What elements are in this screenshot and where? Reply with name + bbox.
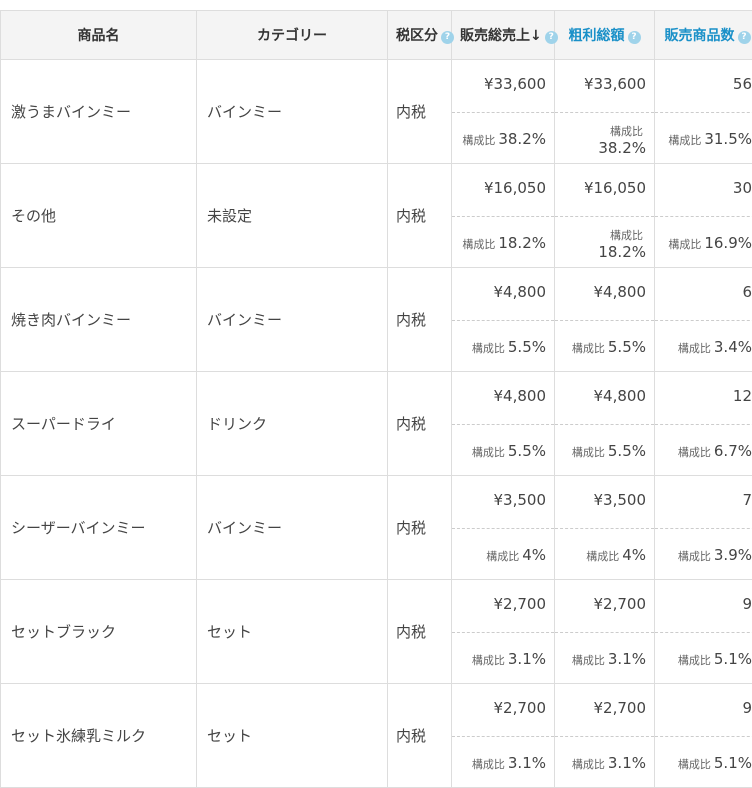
tax-cell: 内税 bbox=[388, 476, 452, 580]
profit-cell: ¥2,700 bbox=[555, 684, 655, 737]
sales-cell: ¥4,800 bbox=[452, 268, 555, 321]
profit-ratio-cell: 構成比38.2% bbox=[555, 113, 655, 164]
sales-cell: ¥4,800 bbox=[452, 372, 555, 425]
quantity-ratio-cell: 構成比3.9% bbox=[655, 529, 752, 580]
category-cell: バインミー bbox=[197, 268, 388, 372]
sales-ratio-cell: 構成比4% bbox=[452, 529, 555, 580]
product-name-cell: セット氷練乳ミルク bbox=[1, 684, 197, 788]
category-cell: ドリンク bbox=[197, 372, 388, 476]
profit-ratio-cell: 構成比3.1% bbox=[555, 737, 655, 788]
product-name-cell: 焼き肉バインミー bbox=[1, 268, 197, 372]
header-category[interactable]: カテゴリー bbox=[197, 11, 388, 60]
sales-ratio-cell: 構成比5.5% bbox=[452, 425, 555, 476]
quantity-cell: 12 bbox=[655, 372, 752, 425]
profit-cell: ¥4,800 bbox=[555, 372, 655, 425]
product-name-cell: セットブラック bbox=[1, 580, 197, 684]
table-row: セット氷練乳ミルクセット内税¥2,700¥2,7009 bbox=[1, 684, 752, 737]
table-row: 焼き肉バインミーバインミー内税¥4,800¥4,8006 bbox=[1, 268, 752, 321]
tax-cell: 内税 bbox=[388, 684, 452, 788]
quantity-ratio-cell: 構成比31.5% bbox=[655, 113, 752, 164]
category-cell: バインミー bbox=[197, 60, 388, 164]
sales-ratio-cell: 構成比38.2% bbox=[452, 113, 555, 164]
quantity-ratio-cell: 構成比6.7% bbox=[655, 425, 752, 476]
sales-ratio-cell: 構成比3.1% bbox=[452, 737, 555, 788]
quantity-ratio-cell: 構成比5.1% bbox=[655, 737, 752, 788]
profit-ratio-cell: 構成比4% bbox=[555, 529, 655, 580]
product-name-cell: その他 bbox=[1, 164, 197, 268]
header-product-name[interactable]: 商品名 bbox=[1, 11, 197, 60]
table-row: スーパードライドリンク内税¥4,800¥4,80012 bbox=[1, 372, 752, 425]
help-icon[interactable]: ? bbox=[545, 31, 558, 44]
profit-cell: ¥33,600 bbox=[555, 60, 655, 113]
category-cell: 未設定 bbox=[197, 164, 388, 268]
table-row: 激うまバインミーバインミー内税¥33,600¥33,60056 bbox=[1, 60, 752, 113]
quantity-ratio-cell: 構成比5.1% bbox=[655, 633, 752, 684]
help-icon[interactable]: ? bbox=[441, 31, 454, 44]
profit-ratio-cell: 構成比5.5% bbox=[555, 425, 655, 476]
product-name-cell: スーパードライ bbox=[1, 372, 197, 476]
table-row: セットブラックセット内税¥2,700¥2,7009 bbox=[1, 580, 752, 633]
table-header-row: 商品名 カテゴリー 税区分? 販売総売上↓? 粗利総額? 販売商品数? bbox=[1, 11, 752, 60]
help-icon[interactable]: ? bbox=[628, 31, 641, 44]
tax-cell: 内税 bbox=[388, 580, 452, 684]
product-sales-table: 商品名 カテゴリー 税区分? 販売総売上↓? 粗利総額? 販売商品数? 激うまバ… bbox=[0, 10, 752, 788]
quantity-ratio-cell: 構成比16.9% bbox=[655, 217, 752, 268]
quantity-cell: 9 bbox=[655, 580, 752, 633]
product-name-cell: 激うまバインミー bbox=[1, 60, 197, 164]
category-cell: バインミー bbox=[197, 476, 388, 580]
category-cell: セット bbox=[197, 684, 388, 788]
profit-cell: ¥3,500 bbox=[555, 476, 655, 529]
table-row: その他未設定内税¥16,050¥16,05030 bbox=[1, 164, 752, 217]
sales-ratio-cell: 構成比18.2% bbox=[452, 217, 555, 268]
product-name-cell: シーザーバインミー bbox=[1, 476, 197, 580]
profit-ratio-cell: 構成比18.2% bbox=[555, 217, 655, 268]
quantity-cell: 6 bbox=[655, 268, 752, 321]
sales-cell: ¥33,600 bbox=[452, 60, 555, 113]
profit-cell: ¥2,700 bbox=[555, 580, 655, 633]
header-quantity[interactable]: 販売商品数? bbox=[655, 11, 752, 60]
quantity-cell: 56 bbox=[655, 60, 752, 113]
quantity-cell: 30 bbox=[655, 164, 752, 217]
tax-cell: 内税 bbox=[388, 268, 452, 372]
quantity-cell: 7 bbox=[655, 476, 752, 529]
help-icon[interactable]: ? bbox=[738, 31, 751, 44]
sales-cell: ¥16,050 bbox=[452, 164, 555, 217]
tax-cell: 内税 bbox=[388, 164, 452, 268]
sales-cell: ¥2,700 bbox=[452, 580, 555, 633]
profit-ratio-cell: 構成比3.1% bbox=[555, 633, 655, 684]
profit-cell: ¥16,050 bbox=[555, 164, 655, 217]
profit-cell: ¥4,800 bbox=[555, 268, 655, 321]
header-tax[interactable]: 税区分? bbox=[388, 11, 452, 60]
tax-cell: 内税 bbox=[388, 372, 452, 476]
quantity-ratio-cell: 構成比3.4% bbox=[655, 321, 752, 372]
quantity-cell: 9 bbox=[655, 684, 752, 737]
header-profit[interactable]: 粗利総額? bbox=[555, 11, 655, 60]
sales-cell: ¥3,500 bbox=[452, 476, 555, 529]
sales-ratio-cell: 構成比3.1% bbox=[452, 633, 555, 684]
profit-ratio-cell: 構成比5.5% bbox=[555, 321, 655, 372]
sales-cell: ¥2,700 bbox=[452, 684, 555, 737]
category-cell: セット bbox=[197, 580, 388, 684]
header-sales[interactable]: 販売総売上↓? bbox=[452, 11, 555, 60]
tax-cell: 内税 bbox=[388, 60, 452, 164]
table-row: シーザーバインミーバインミー内税¥3,500¥3,5007 bbox=[1, 476, 752, 529]
sales-ratio-cell: 構成比5.5% bbox=[452, 321, 555, 372]
